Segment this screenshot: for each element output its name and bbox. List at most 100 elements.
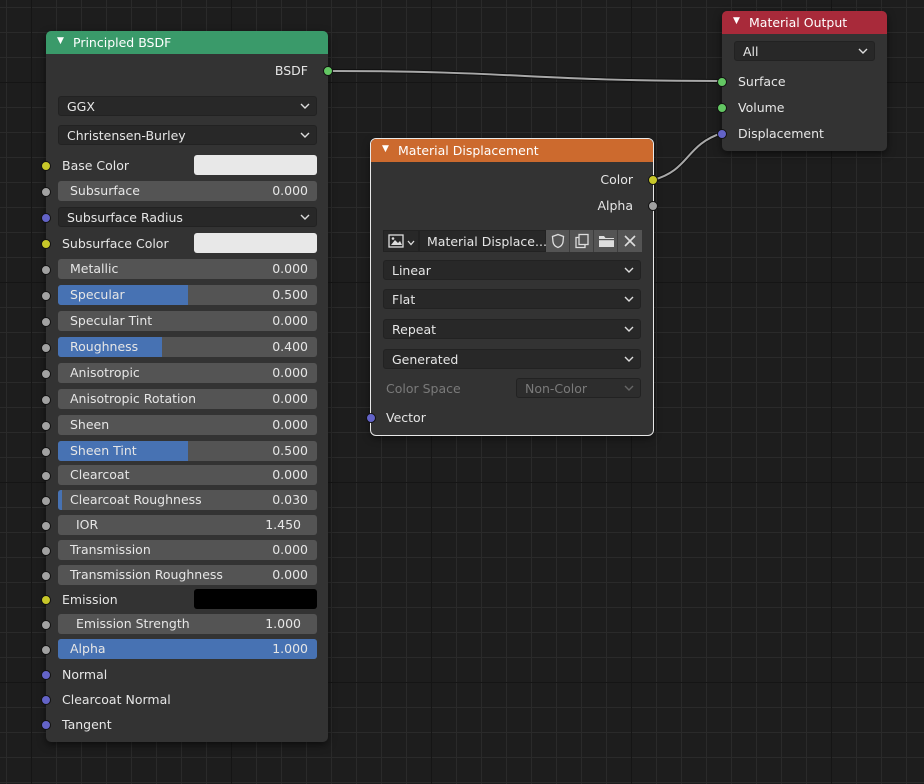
subsurface-input-socket[interactable] xyxy=(41,187,51,197)
sheen-input-socket[interactable] xyxy=(41,421,51,431)
roughness-slider[interactable]: Roughness 0.400 xyxy=(58,337,317,357)
collapse-triangle-icon[interactable]: ▼ xyxy=(57,36,64,46)
material-displacement-header[interactable]: ▼ Material Displacement xyxy=(371,139,653,162)
anisotropic-rotation-slider[interactable]: Anisotropic Rotation 0.000 xyxy=(58,389,317,409)
specular-slider[interactable]: Specular 0.500 xyxy=(58,285,317,305)
sheen-tint-slider[interactable]: Sheen Tint 0.500 xyxy=(58,441,317,461)
material-displacement-node[interactable]: ▼ Material Displacement Color Alpha Mate… xyxy=(366,138,658,436)
bsdf-output-label: BSDF xyxy=(274,63,308,78)
subsurface-color-input-socket[interactable] xyxy=(41,239,51,249)
collapse-triangle-icon[interactable]: ▼ xyxy=(733,16,740,26)
clearcoat-normal-input-socket[interactable] xyxy=(41,695,51,705)
sheen-slider-label: Sheen xyxy=(70,417,110,432)
color-space-dropdown: Non-Color xyxy=(516,378,641,398)
render-target-dropdown[interactable]: All xyxy=(734,41,875,61)
transmission-input-socket[interactable] xyxy=(41,546,51,556)
vector-input-socket[interactable] xyxy=(366,413,376,423)
chevron-down-icon xyxy=(300,214,310,220)
specular-tint-slider-value: 0.000 xyxy=(272,313,308,328)
principled-bsdf-header[interactable]: ▼ Principled BSDF xyxy=(46,31,328,54)
transmission-roughness-input-socket[interactable] xyxy=(41,571,51,581)
unlink-image-button[interactable] xyxy=(618,230,642,252)
emission-color-swatch[interactable] xyxy=(194,589,317,609)
ior-field[interactable]: IOR 1.450 xyxy=(58,515,317,535)
color-output-socket[interactable] xyxy=(648,175,658,185)
anisotropic-rotation-slider-value: 0.000 xyxy=(272,391,308,406)
close-icon xyxy=(624,235,636,247)
specular-tint-slider[interactable]: Specular Tint 0.000 xyxy=(58,311,317,331)
displacement-input-socket[interactable] xyxy=(717,129,727,139)
chevron-down-icon xyxy=(624,356,634,362)
transmission-roughness-slider[interactable]: Transmission Roughness 0.000 xyxy=(58,565,317,585)
principled-bsdf-node[interactable]: ▼ Principled BSDF BSDF GGX Christensen-B… xyxy=(41,31,333,742)
clearcoat-roughness-slider-value: 0.030 xyxy=(272,492,308,507)
alpha-input-socket[interactable] xyxy=(41,645,51,655)
subsurface-method-dropdown[interactable]: Christensen-Burley xyxy=(58,125,317,145)
image-browse-button[interactable] xyxy=(383,230,419,252)
normal-input-socket[interactable] xyxy=(41,670,51,680)
bsdf-output-socket[interactable] xyxy=(323,66,333,76)
clearcoat-roughness-input-socket[interactable] xyxy=(41,496,51,506)
clearcoat-slider[interactable]: Clearcoat 0.000 xyxy=(58,465,317,485)
alpha-slider-label: Alpha xyxy=(70,641,106,656)
alpha-output-label: Alpha xyxy=(597,198,633,213)
extension-dropdown[interactable]: Repeat xyxy=(383,319,641,339)
ior-field-value: 1.450 xyxy=(265,517,301,532)
projection-dropdown[interactable]: Flat xyxy=(383,289,641,309)
clearcoat-normal-label: Clearcoat Normal xyxy=(62,692,171,707)
sheen-tint-input-socket[interactable] xyxy=(41,447,51,457)
roughness-input-socket[interactable] xyxy=(41,343,51,353)
clearcoat-roughness-slider[interactable]: Clearcoat Roughness 0.030 xyxy=(58,490,317,510)
emission-strength-field-label: Emission Strength xyxy=(76,616,190,631)
ior-input-socket[interactable] xyxy=(41,521,51,531)
anisotropic-input-socket[interactable] xyxy=(41,369,51,379)
chevron-down-icon xyxy=(300,103,310,109)
alpha-output-socket[interactable] xyxy=(648,201,658,211)
chevron-down-icon xyxy=(407,240,415,246)
emission-strength-field[interactable]: Emission Strength 1.000 xyxy=(58,614,317,634)
metallic-slider[interactable]: Metallic 0.000 xyxy=(58,259,317,279)
emission-input-socket[interactable] xyxy=(41,595,51,605)
distribution-dropdown[interactable]: GGX xyxy=(58,96,317,116)
material-output-node[interactable]: ▼ Material Output All Surface Volume Dis… xyxy=(717,11,887,151)
alpha-slider[interactable]: Alpha 1.000 xyxy=(58,639,317,659)
base-color-color-swatch[interactable] xyxy=(194,155,317,175)
anisotropic-rotation-input-socket[interactable] xyxy=(41,395,51,405)
material-output-header[interactable]: ▼ Material Output xyxy=(722,11,887,34)
specular-tint-input-socket[interactable] xyxy=(41,317,51,327)
specular-slider-value: 0.500 xyxy=(272,287,308,302)
surface-input-socket[interactable] xyxy=(717,77,727,87)
normal-label: Normal xyxy=(62,667,108,682)
subsurface-color-label: Subsurface Color xyxy=(62,236,169,251)
open-image-button[interactable] xyxy=(594,230,618,252)
source-dropdown[interactable]: Generated xyxy=(383,349,641,369)
fake-user-button[interactable] xyxy=(546,230,570,252)
anisotropic-slider[interactable]: Anisotropic 0.000 xyxy=(58,363,317,383)
image-name-field[interactable]: Material Displace... xyxy=(419,230,547,252)
duplicate-icon xyxy=(575,233,589,249)
specular-tint-slider-label: Specular Tint xyxy=(70,313,153,328)
ior-field-label: IOR xyxy=(76,517,99,532)
clearcoat-slider-label: Clearcoat xyxy=(70,467,130,482)
subsurface-radius-input-socket[interactable] xyxy=(41,213,51,223)
duplicate-image-button[interactable] xyxy=(570,230,594,252)
clearcoat-roughness-slider-fill xyxy=(58,490,62,510)
subsurface-color-color-swatch[interactable] xyxy=(194,233,317,253)
volume-input-socket[interactable] xyxy=(717,103,727,113)
base-color-input-socket[interactable] xyxy=(41,161,51,171)
collapse-triangle-icon[interactable]: ▼ xyxy=(382,144,389,154)
metallic-input-socket[interactable] xyxy=(41,265,51,275)
image-datablock-selector[interactable]: Material Displace... xyxy=(383,230,642,252)
specular-input-socket[interactable] xyxy=(41,291,51,301)
node-title: Principled BSDF xyxy=(73,35,172,50)
emission-strength-input-socket[interactable] xyxy=(41,620,51,630)
clearcoat-input-socket[interactable] xyxy=(41,471,51,481)
subsurface-radius-dropdown[interactable]: Subsurface Radius xyxy=(58,207,317,227)
sheen-slider[interactable]: Sheen 0.000 xyxy=(58,415,317,435)
image-icon xyxy=(388,234,404,248)
anisotropic-slider-value: 0.000 xyxy=(272,365,308,380)
interpolation-dropdown[interactable]: Linear xyxy=(383,260,641,280)
tangent-input-socket[interactable] xyxy=(41,720,51,730)
subsurface-slider[interactable]: Subsurface 0.000 xyxy=(58,181,317,201)
transmission-slider[interactable]: Transmission 0.000 xyxy=(58,540,317,560)
